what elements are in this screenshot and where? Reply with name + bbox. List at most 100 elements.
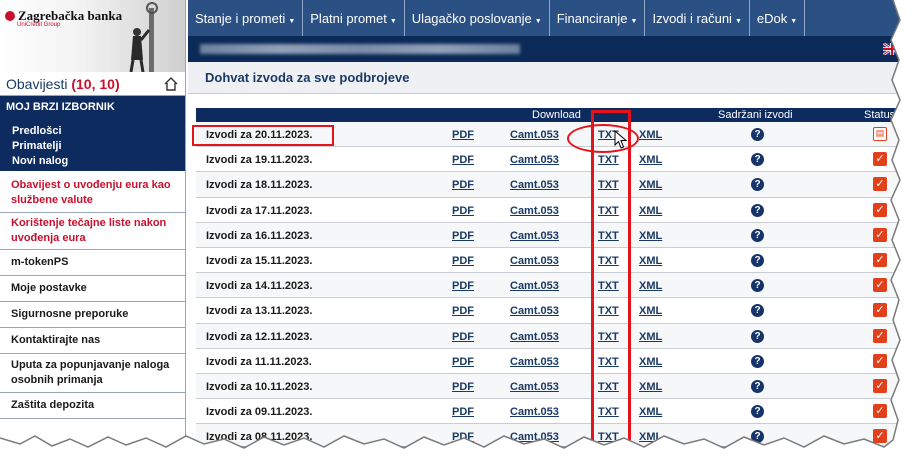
download-pdf-link[interactable]: PDF [452, 205, 474, 217]
download-camt-link[interactable]: Camt.053 [510, 305, 559, 317]
download-xml-link[interactable]: XML [639, 280, 662, 292]
bank-logo-icon [5, 11, 15, 21]
download-camt-link[interactable]: Camt.053 [510, 280, 559, 292]
download-camt-link[interactable]: Camt.053 [510, 179, 559, 191]
sidebar-item-euro-notice[interactable]: Obavijest o uvođenju eura kao službene v… [0, 171, 185, 213]
download-xml-link[interactable]: XML [639, 305, 662, 317]
download-xml-link[interactable]: XML [639, 179, 662, 191]
download-pdf-link[interactable]: PDF [452, 230, 474, 242]
quick-link-recipients[interactable]: Primatelji [12, 139, 173, 154]
sidebar-item-label: Korištenje tečajne liste nakon uvođenja … [11, 217, 167, 244]
download-xml-link[interactable]: XML [639, 431, 662, 443]
statement-date: Izvodi za 12.11.2023. [206, 330, 313, 343]
download-camt-link[interactable]: Camt.053 [510, 205, 559, 217]
download-camt-link[interactable]: Camt.053 [510, 230, 559, 242]
download-xml-link[interactable]: XML [639, 406, 662, 418]
checked-status-icon: ✓ [873, 278, 887, 293]
download-xml-link[interactable]: XML [639, 154, 662, 166]
help-icon[interactable]: ? [751, 379, 764, 393]
download-pdf-link[interactable]: PDF [452, 356, 474, 368]
table-body: Izvodi za 20.11.2023. PDF Camt.053 TXT XML? ▤… [196, 122, 904, 446]
tab-edok[interactable]: eDok ▼ [750, 0, 806, 36]
notifications-label[interactable]: Obavijesti (10, 10) [6, 76, 120, 92]
home-icon[interactable] [163, 76, 179, 92]
chevron-down-icon: ▼ [734, 18, 742, 25]
sidebar-item-contact[interactable]: Kontaktirajte nas [0, 328, 185, 354]
checked-status-icon: ✓ [873, 429, 887, 444]
tab-statements[interactable]: Izvodi i računi ▼ [645, 0, 750, 36]
download-camt-link[interactable]: Camt.053 [510, 356, 559, 368]
help-icon[interactable]: ? [751, 253, 764, 267]
quick-link-templates[interactable]: Predlošci [12, 124, 173, 139]
help-icon[interactable]: ? [751, 153, 764, 167]
sidebar-item-deposit-protection[interactable]: Zaštita depozita [0, 393, 185, 419]
download-camt-link[interactable]: Camt.053 [510, 431, 559, 443]
download-camt-link[interactable]: Camt.053 [510, 129, 559, 141]
download-pdf-link[interactable]: PDF [452, 406, 474, 418]
checked-status-icon: ✓ [873, 328, 887, 343]
tab-payments[interactable]: Platni promet ▼ [303, 0, 405, 36]
help-icon[interactable]: ? [751, 329, 764, 343]
statement-date: Izvodi za 17.11.2023. [206, 204, 313, 217]
tab-investments[interactable]: Ulagačko poslovanje ▼ [405, 0, 550, 36]
download-camt-link[interactable]: Camt.053 [510, 154, 559, 166]
left-sidebar: Zagrebačka banka UniCredit Group Obavije… [0, 0, 186, 446]
help-icon[interactable]: ? [751, 430, 764, 444]
download-xml-link[interactable]: XML [639, 230, 662, 242]
date-highlight-box [192, 125, 334, 146]
table-row: Izvodi za 13.11.2023. PDF Camt.053 TXT XML? ✓ [196, 298, 904, 324]
chevron-down-icon: ▼ [790, 18, 798, 25]
checked-status-icon: ✓ [873, 353, 887, 368]
download-pdf-link[interactable]: PDF [452, 129, 474, 141]
sidebar-item-label: Uputa za popunjavanje naloga osobnih pri… [11, 359, 170, 386]
download-xml-link[interactable]: XML [639, 205, 662, 217]
sidebar-item-security[interactable]: Sigurnosne preporuke [0, 302, 185, 328]
help-icon[interactable]: ? [751, 354, 764, 368]
download-pdf-link[interactable]: PDF [452, 154, 474, 166]
notifications-bar[interactable]: Obavijesti (10, 10) [0, 72, 185, 96]
download-xml-link[interactable]: XML [639, 255, 662, 267]
sidebar-item-exchange-list[interactable]: Korištenje tečajne liste nakon uvođenja … [0, 213, 185, 250]
sidebar-item-settings[interactable]: Moje postavke [0, 276, 185, 302]
help-icon[interactable]: ? [751, 128, 764, 141]
table-row: Izvodi za 16.11.2023. PDF Camt.053 TXT XML? ✓ [196, 222, 904, 248]
help-icon[interactable]: ? [751, 228, 764, 242]
table-row: Izvodi za 11.11.2023. PDF Camt.053 TXT XML? ✓ [196, 348, 904, 374]
download-pdf-link[interactable]: PDF [452, 381, 474, 393]
help-icon[interactable]: ? [751, 279, 764, 293]
download-pdf-link[interactable]: PDF [452, 305, 474, 317]
quick-link-new-order[interactable]: Novi nalog [12, 154, 173, 169]
download-xml-link[interactable]: XML [639, 331, 662, 343]
sidebar-item-payroll-guide[interactable]: Uputa za popunjavanje naloga osobnih pri… [0, 354, 185, 393]
download-xml-link[interactable]: XML [639, 381, 662, 393]
table-row: Izvodi za 15.11.2023. PDF Camt.053 TXT XML? ✓ [196, 247, 904, 274]
download-pdf-link[interactable]: PDF [452, 280, 474, 292]
download-camt-link[interactable]: Camt.053 [510, 406, 559, 418]
download-camt-link[interactable]: Camt.053 [510, 381, 559, 393]
download-pdf-link[interactable]: PDF [452, 331, 474, 343]
sidebar-item-label: Kontaktirajte nas [11, 334, 101, 346]
statement-date: Izvodi za 18.11.2023. [206, 179, 313, 192]
table-row: Izvodi za 14.11.2023. PDF Camt.053 TXT XML? ✓ [196, 273, 904, 299]
help-icon[interactable]: ? [751, 178, 764, 192]
download-pdf-link[interactable]: PDF [452, 255, 474, 267]
download-camt-link[interactable]: Camt.053 [510, 255, 559, 267]
uk-flag-icon[interactable] [883, 43, 901, 55]
download-pdf-link[interactable]: PDF [452, 179, 474, 191]
help-icon[interactable]: ? [751, 405, 764, 419]
download-xml-link[interactable]: XML [639, 129, 662, 141]
chevron-down-icon: ▼ [630, 18, 638, 25]
chevron-down-icon: ▼ [288, 18, 296, 25]
download-camt-link[interactable]: Camt.053 [510, 331, 559, 343]
logo-banner: Zagrebačka banka UniCredit Group [0, 0, 185, 72]
page-title: Dohvat izvoda za sve podbrojeve [205, 70, 410, 85]
tab-financing[interactable]: Financiranje ▼ [550, 0, 646, 36]
table-row: Izvodi za 09.11.2023. PDF Camt.053 TXT XML? ✓ [196, 399, 904, 425]
download-pdf-link[interactable]: PDF [452, 431, 474, 443]
download-xml-link[interactable]: XML [639, 356, 662, 368]
tab-balances[interactable]: Stanje i prometi ▼ [188, 0, 304, 36]
help-icon[interactable]: ? [751, 304, 764, 318]
sidebar-item-mtoken[interactable]: m-tokenPS [0, 250, 185, 276]
help-icon[interactable]: ? [751, 203, 764, 217]
statement-date: Izvodi za 19.11.2023. [206, 154, 313, 167]
